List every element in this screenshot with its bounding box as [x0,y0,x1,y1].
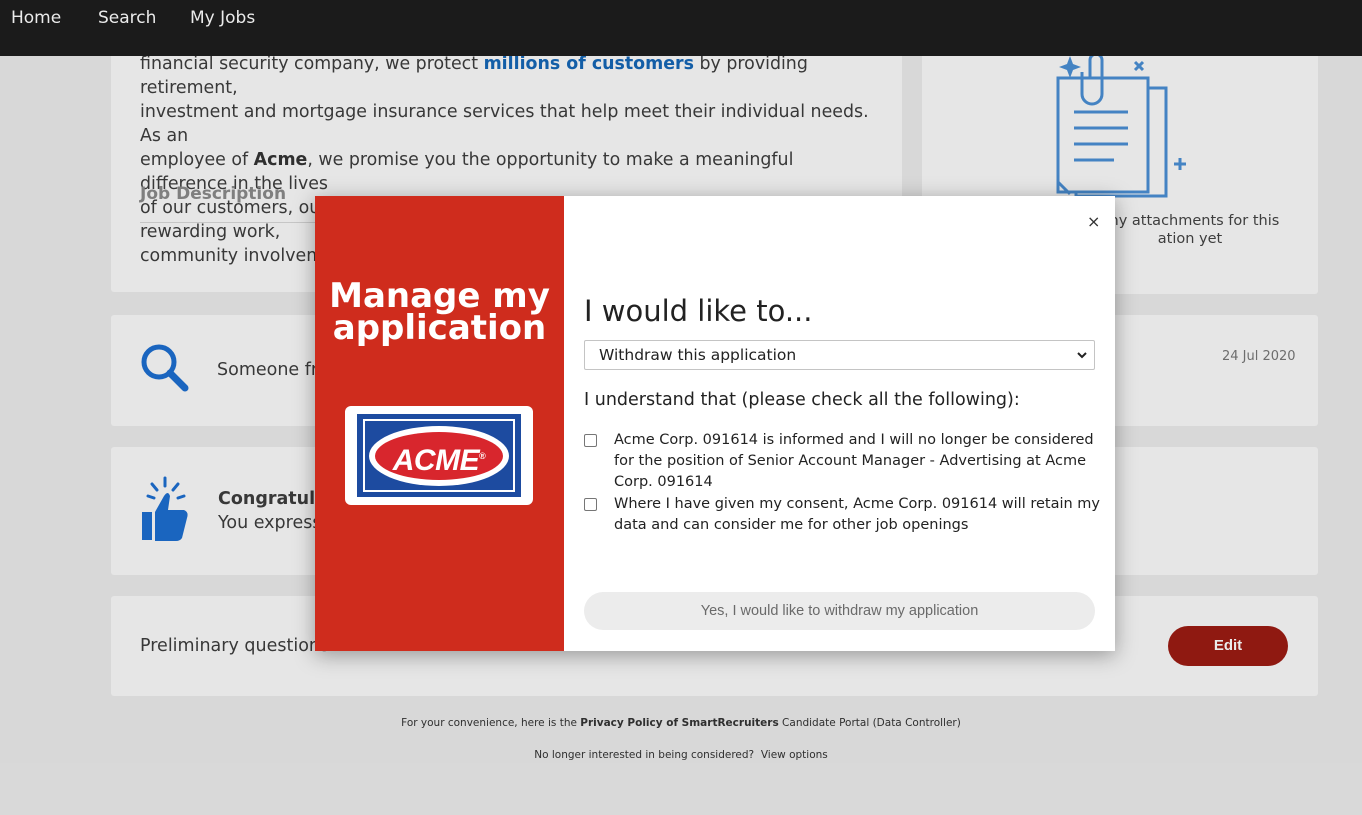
chevron-down-icon [1077,352,1087,359]
consent-checkbox-2[interactable] [584,498,597,511]
modal-heading: I would like to... [584,294,813,328]
company-logo: ACME® [345,406,533,505]
withdraw-button[interactable]: Yes, I would like to withdraw my applica… [584,592,1095,630]
modal-content: × I would like to... Withdraw this appli… [564,196,1115,651]
consent-label-1: Acme Corp. 091614 is informed and I will… [614,432,1094,490]
consent-checkbox-1[interactable] [584,434,597,447]
logo-text: ACME [392,444,480,477]
action-select[interactable]: Withdraw this application [584,340,1095,370]
logo-registered: ® [479,451,486,461]
modal-brand-title: Manage my application [315,279,564,348]
close-icon[interactable]: × [1087,212,1100,231]
logo-wordmark: ACME® [375,439,503,478]
understand-label: I understand that (please check all the … [584,390,1020,410]
action-select-value: Withdraw this application [599,346,797,364]
manage-application-modal: Manage my application ACME® × I would li… [315,196,1115,651]
modal-brand-panel: Manage my application ACME® [315,196,564,651]
consent-label-2: Where I have given my consent, Acme Corp… [614,496,1100,533]
brand-title-line: application [332,308,547,348]
